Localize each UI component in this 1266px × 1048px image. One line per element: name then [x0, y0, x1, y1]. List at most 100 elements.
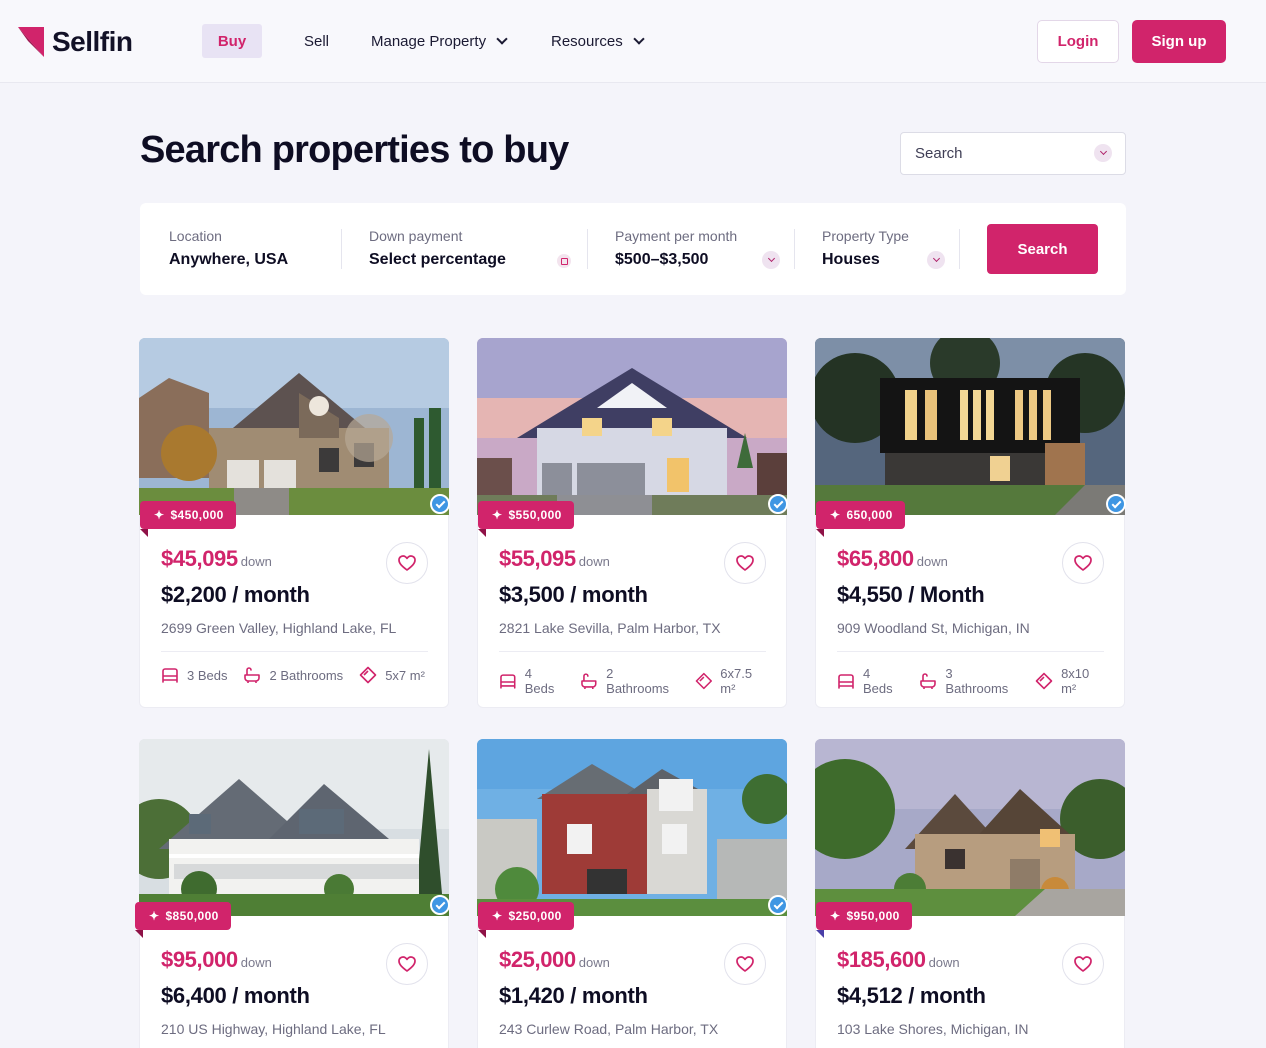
location-value: Anywhere, USA — [169, 251, 289, 268]
search-select[interactable]: Search — [900, 132, 1126, 175]
property-photo[interactable] — [477, 739, 787, 916]
baths-value: 2 Bathrooms — [269, 667, 344, 683]
badge-fold — [816, 529, 824, 537]
filter-divider — [341, 229, 342, 269]
area-feature: 6x7.5 m² — [695, 666, 770, 696]
property-card[interactable]: ✦ $550,000 $55,095 down $3,500 / month 28… — [477, 338, 788, 708]
area-value: 8x10 m² — [1061, 666, 1090, 696]
badge-fold — [478, 529, 486, 537]
search-button[interactable]: Search — [987, 224, 1098, 274]
location-label: Location — [169, 228, 222, 244]
beds-value: 4 Beds — [524, 666, 555, 696]
down-label: down — [578, 554, 610, 569]
property-type-label: Property Type — [822, 228, 909, 244]
down-label: down — [916, 554, 948, 569]
down-payment-value: $25,000 — [499, 947, 576, 972]
chevron-down-icon — [1094, 144, 1112, 162]
beds-value: 4 Beds — [862, 666, 893, 696]
favorite-button[interactable] — [724, 542, 766, 584]
price-badge: ✦ $850,000 — [135, 902, 231, 930]
area-icon — [1035, 672, 1053, 690]
down-payment-amount: $65,800 down — [837, 546, 948, 572]
nav-resources[interactable]: Resources — [551, 24, 645, 58]
baths-value: 3 Bathrooms — [945, 666, 1009, 696]
price-badge: ✦ $950,000 — [816, 902, 912, 930]
baths-feature: 2 Bathrooms — [580, 666, 678, 696]
monthly-payment: $2,200 / month — [161, 582, 310, 607]
calendar-icon — [557, 254, 571, 268]
monthly-payment: $3,500 / month — [499, 582, 648, 607]
nav-manage-property-label: Manage Property — [371, 32, 487, 50]
logo-text: Sellfin — [52, 26, 133, 57]
sellfin-logo[interactable]: Sellfin — [18, 24, 133, 60]
nav-sell[interactable]: Sell — [304, 24, 329, 58]
property-photo[interactable] — [139, 739, 449, 916]
sparkle-icon: ✦ — [492, 508, 503, 522]
property-photo[interactable] — [477, 338, 787, 515]
price-badge-value: $550,000 — [508, 508, 562, 522]
search-select-value: Search — [915, 145, 963, 162]
beds-feature: 3 Beds — [161, 667, 227, 683]
down-payment-amount: $55,095 down — [499, 546, 610, 572]
property-photo[interactable] — [815, 338, 1125, 515]
monthly-payment: $6,400 / month — [161, 983, 310, 1008]
property-card[interactable]: ✦ 650,000 $65,800 down $4,550 / Month 909… — [815, 338, 1126, 708]
verified-badge-icon — [430, 494, 450, 514]
down-payment-value: $45,095 — [161, 546, 238, 571]
sparkle-icon: ✦ — [830, 508, 841, 522]
property-photo[interactable] — [815, 739, 1125, 916]
favorite-button[interactable] — [1062, 943, 1104, 985]
property-card[interactable]: ✦ $450,000 $45,095 down $2,200 / month 26… — [139, 338, 450, 708]
property-card[interactable]: ✦ $950,000 $185,600 down $4,512 / month 1… — [815, 739, 1125, 1048]
property-card[interactable]: ✦ $850,000 $95,000 down $6,400 / month 21… — [135, 739, 450, 1048]
page-title: Search properties to buy — [140, 129, 569, 171]
verified-badge-icon — [768, 494, 788, 514]
down-payment-label: Down payment — [369, 228, 463, 244]
price-badge-value: 650,000 — [846, 508, 893, 522]
card-divider — [499, 651, 766, 652]
price-badge: ✦ $450,000 — [140, 501, 236, 529]
sparkle-icon: ✦ — [830, 909, 841, 923]
property-address: 243 Curlew Road, Palm Harbor, TX — [499, 1021, 719, 1037]
favorite-button[interactable] — [724, 943, 766, 985]
property-photo[interactable] — [139, 338, 449, 515]
property-type-value: Houses — [822, 251, 880, 268]
property-address: 909 Woodland St, Michigan, IN — [837, 620, 1030, 636]
down-label: down — [240, 554, 272, 569]
badge-fold — [478, 930, 486, 938]
favorite-button[interactable] — [386, 943, 428, 985]
chevron-down-icon — [496, 32, 508, 45]
price-badge: ✦ $250,000 — [478, 902, 574, 930]
favorite-button[interactable] — [1062, 542, 1104, 584]
filter-divider — [587, 229, 588, 269]
monthly-payment: $1,420 / month — [499, 983, 648, 1008]
signup-button[interactable]: Sign up — [1132, 20, 1226, 63]
heart-icon — [735, 954, 755, 974]
price-badge-value: $250,000 — [508, 909, 562, 923]
favorite-button[interactable] — [386, 542, 428, 584]
heart-icon — [1073, 553, 1093, 573]
down-label: down — [928, 955, 960, 970]
sparkle-icon: ✦ — [154, 508, 165, 522]
price-badge: ✦ 650,000 — [816, 501, 905, 529]
area-icon — [695, 672, 713, 690]
nav-manage-property[interactable]: Manage Property — [371, 24, 508, 58]
property-card[interactable]: ✦ $250,000 $25,000 down $1,420 / month 24… — [477, 739, 788, 1048]
login-button[interactable]: Login — [1037, 20, 1119, 63]
badge-fold — [135, 930, 143, 938]
property-address: 2699 Green Valley, Highland Lake, FL — [161, 620, 397, 636]
down-payment-value: $185,600 — [837, 947, 926, 972]
bathtub-icon — [580, 673, 598, 689]
nav-buy[interactable]: Buy — [202, 24, 262, 58]
payment-per-month-value: $500–$3,500 — [615, 251, 709, 268]
chevron-down-icon — [633, 32, 645, 45]
filter-divider — [959, 229, 960, 269]
property-features: 3 Beds 2 Bathrooms 5x7 m² — [161, 666, 441, 684]
property-features: 4 Beds 3 Bathrooms 8x10 m² — [837, 666, 1124, 696]
heart-icon — [1073, 954, 1093, 974]
property-features: 4 Beds 2 Bathrooms 6x7.5 m² — [499, 666, 786, 696]
nav-resources-label: Resources — [551, 32, 623, 50]
monthly-payment: $4,512 / month — [837, 983, 986, 1008]
down-payment-value: $55,095 — [499, 546, 576, 571]
area-value: 5x7 m² — [385, 667, 425, 683]
